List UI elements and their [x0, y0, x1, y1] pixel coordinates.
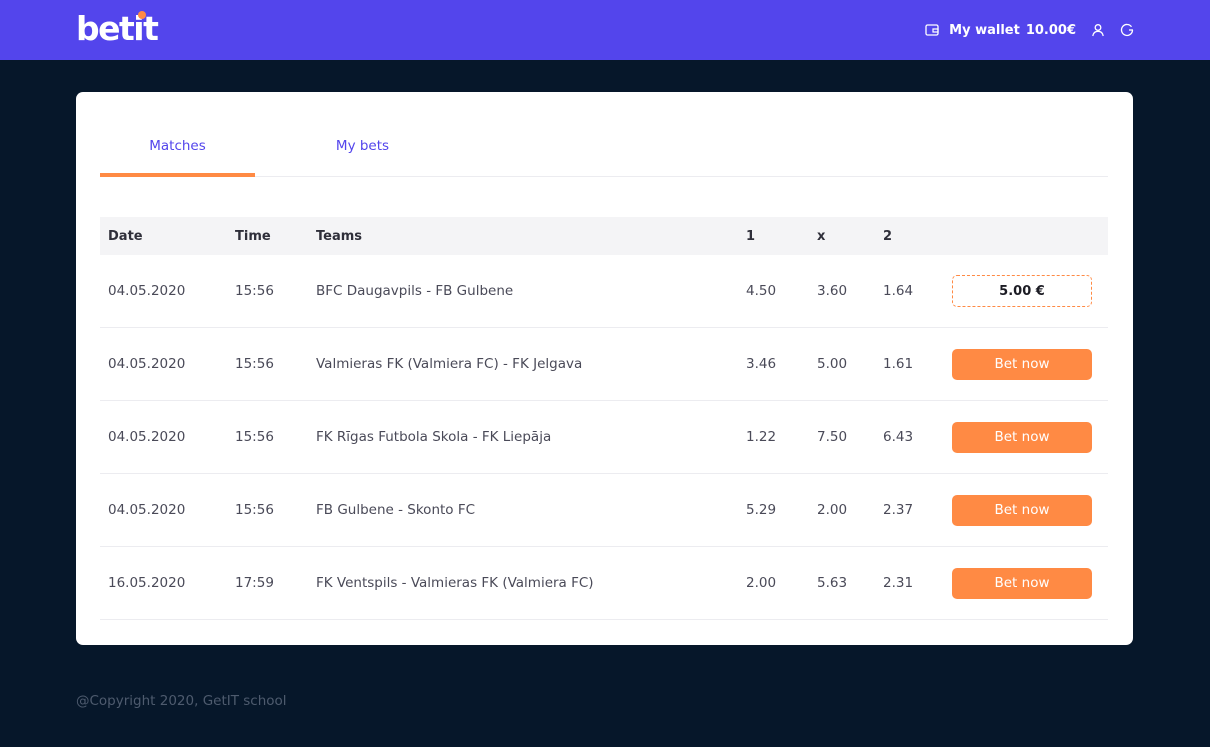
odds-away: 1.64: [883, 283, 914, 299]
odds-draw: 5.00: [817, 356, 848, 372]
match-date: 04.05.2020: [108, 356, 186, 372]
column-header-teams: Teams: [316, 228, 363, 244]
match-time: 15:56: [235, 283, 274, 299]
odds-home: 3.46: [746, 356, 777, 372]
odds-away: 2.37: [883, 502, 914, 518]
action-cell: Bet now: [952, 348, 1092, 380]
bet-now-button[interactable]: Bet now: [952, 421, 1092, 453]
wallet-icon[interactable]: [925, 23, 939, 37]
user-icon[interactable]: [1091, 23, 1105, 37]
match-time: 15:56: [235, 429, 274, 445]
action-cell: Bet now: [952, 421, 1092, 453]
odds-home: 2.00: [746, 575, 777, 591]
odds-home: 1.22: [746, 429, 777, 445]
table-header: Date Time Teams 1 x 2: [100, 217, 1108, 255]
table-row: 04.05.2020 15:56 FB Gulbene - Skonto FC …: [100, 474, 1108, 547]
action-cell: Bet now: [952, 567, 1092, 599]
match-teams: FB Gulbene - Skonto FC: [316, 502, 476, 518]
table-row: 16.05.2020 17:59 FK Ventspils - Valmiera…: [100, 547, 1108, 620]
match-time: 15:56: [235, 502, 274, 518]
odds-draw: 5.63: [817, 575, 848, 591]
odds-home: 4.50: [746, 283, 777, 299]
table-row: 04.05.2020 15:56 Valmieras FK (Valmiera …: [100, 328, 1108, 401]
column-header-time: Time: [235, 228, 271, 244]
match-teams: FK Rīgas Futbola Skola - FK Liepāja: [316, 429, 552, 445]
odds-away: 6.43: [883, 429, 914, 445]
footer-copyright: @Copyright 2020, GetIT school: [76, 693, 287, 709]
logout-icon[interactable]: [1120, 23, 1134, 37]
match-date: 04.05.2020: [108, 429, 186, 445]
action-cell: Bet now: [952, 494, 1092, 526]
wallet-balance[interactable]: 10.00€: [1026, 23, 1076, 38]
action-cell: [952, 275, 1092, 307]
stake-input[interactable]: [952, 275, 1092, 307]
match-date: 04.05.2020: [108, 502, 186, 518]
odds-away: 2.31: [883, 575, 914, 591]
table-row: 04.05.2020 15:56 BFC Daugavpils - FB Gul…: [100, 255, 1108, 328]
betit-logo[interactable]: betit: [76, 9, 159, 49]
column-header-away-odds: 2: [883, 228, 893, 244]
logo-dot: [138, 11, 146, 19]
odds-draw: 7.50: [817, 429, 848, 445]
odds-draw: 2.00: [817, 502, 848, 518]
match-date: 04.05.2020: [108, 283, 186, 299]
bet-now-button[interactable]: Bet now: [952, 348, 1092, 380]
match-time: 17:59: [235, 575, 274, 591]
match-teams: BFC Daugavpils - FB Gulbene: [316, 283, 514, 299]
bet-now-button[interactable]: Bet now: [952, 567, 1092, 599]
top-navigation-bar: betit My wallet 10.00€: [0, 0, 1210, 60]
wallet-label[interactable]: My wallet: [949, 23, 1020, 38]
column-header-date: Date: [108, 228, 143, 244]
header-actions: My wallet 10.00€: [925, 0, 1134, 60]
match-teams: FK Ventspils - Valmieras FK (Valmiera FC…: [316, 575, 594, 591]
odds-draw: 3.60: [817, 283, 848, 299]
matches-card: Matches My bets Date Time Teams 1 x 2 04…: [76, 92, 1133, 645]
tab-bar: Matches My bets: [100, 92, 1108, 177]
tab-my-bets[interactable]: My bets: [300, 138, 425, 176]
matches-table: Date Time Teams 1 x 2 04.05.2020 15:56 B…: [100, 217, 1108, 620]
tab-matches[interactable]: Matches: [100, 138, 255, 177]
odds-home: 5.29: [746, 502, 777, 518]
column-header-home-odds: 1: [746, 228, 756, 244]
match-date: 16.05.2020: [108, 575, 186, 591]
odds-away: 1.61: [883, 356, 914, 372]
match-time: 15:56: [235, 356, 274, 372]
bet-now-button[interactable]: Bet now: [952, 494, 1092, 526]
table-row: 04.05.2020 15:56 FK Rīgas Futbola Skola …: [100, 401, 1108, 474]
column-header-draw-odds: x: [817, 228, 826, 244]
match-teams: Valmieras FK (Valmiera FC) - FK Jelgava: [316, 356, 583, 372]
